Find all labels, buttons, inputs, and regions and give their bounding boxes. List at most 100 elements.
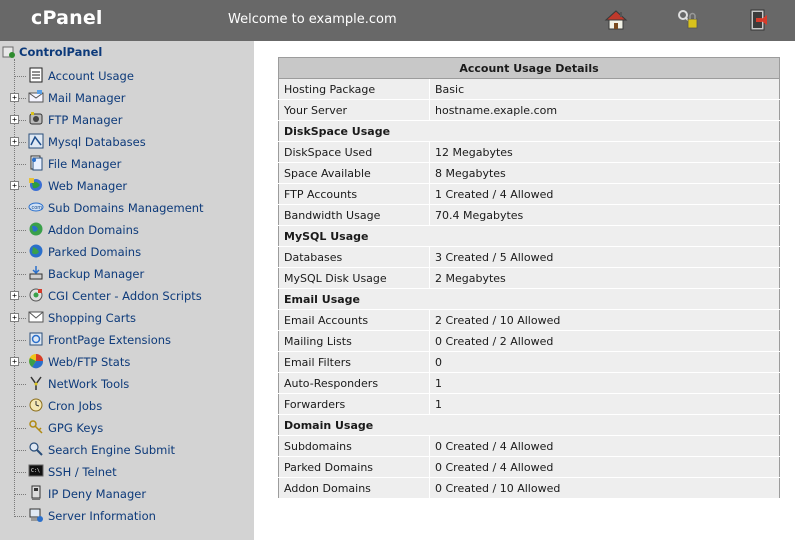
table-row: Your Server hostname.exaple.com <box>278 99 780 121</box>
row-key: Bandwidth Usage <box>278 204 430 226</box>
table-row: Mailing Lists 0 Created / 2 Allowed <box>278 330 780 352</box>
sidebar-item-label: Account Usage <box>48 69 134 83</box>
row-value: 0 Created / 2 Allowed <box>429 330 780 352</box>
row-value: 8 Megabytes <box>429 162 780 184</box>
tree-connector <box>14 164 26 165</box>
sidebar-item-gpg-keys[interactable]: GPG Keys <box>10 419 250 437</box>
row-key: Auto-Responders <box>278 372 430 394</box>
sidebar-item-web-manager[interactable]: + Web Manager <box>10 177 250 195</box>
sidebar-item-network-tools[interactable]: NetWork Tools <box>10 375 250 393</box>
expand-plus-icon[interactable]: + <box>10 137 19 146</box>
table-row: Space Available 8 Megabytes <box>278 162 780 184</box>
sidebar-item-server-information[interactable]: Server Information <box>10 507 250 525</box>
subdomain-icon: .com <box>28 199 44 215</box>
home-icon[interactable] <box>604 8 628 32</box>
tree-root[interactable]: ControlPanel <box>2 44 102 60</box>
sidebar-item-addon-domains[interactable]: Addon Domains <box>10 221 250 239</box>
tree-connector <box>14 406 26 407</box>
sidebar-item-shopping-carts[interactable]: + Shopping Carts <box>10 309 250 327</box>
section-header-row: Domain Usage <box>278 414 780 436</box>
sidebar-item-label: Mail Manager <box>48 91 126 105</box>
row-key: Email Filters <box>278 351 430 373</box>
row-value: 1 <box>429 393 780 415</box>
row-key: Space Available <box>278 162 430 184</box>
account-usage-table: Account Usage Details Hosting Package Bas… <box>278 57 780 499</box>
row-key: Hosting Package <box>278 78 430 100</box>
stats-icon <box>28 353 44 369</box>
sidebar-item-mail-manager[interactable]: + Mail Manager <box>10 89 250 107</box>
addon-domains-icon <box>28 221 44 237</box>
sidebar-item-account-usage[interactable]: Account Usage <box>10 67 250 85</box>
row-key: FTP Accounts <box>278 183 430 205</box>
tree-connector <box>14 230 26 231</box>
tree-connector <box>14 472 26 473</box>
table-row: Databases 3 Created / 5 Allowed <box>278 246 780 268</box>
tree-connector <box>14 76 26 77</box>
sidebar-item-label: NetWork Tools <box>48 377 130 391</box>
section-header: MySQL Usage <box>278 225 780 247</box>
tree-connector <box>14 252 26 253</box>
sidebar-item-ip-deny-manager[interactable]: IP Deny Manager <box>10 485 250 503</box>
sidebar-item-label: Web/FTP Stats <box>48 355 131 369</box>
sidebar-item-parked-domains[interactable]: Parked Domains <box>10 243 250 261</box>
password-keys-icon[interactable] <box>676 8 700 32</box>
svg-text:.com: .com <box>30 205 42 211</box>
sidebar-item-mysql-databases[interactable]: + Mysql Databases <box>10 133 250 151</box>
expand-plus-icon[interactable]: + <box>10 93 19 102</box>
ftp-icon <box>28 111 44 127</box>
sidebar-item-label: Cron Jobs <box>48 399 103 413</box>
tree-connector <box>14 208 26 209</box>
row-value: 3 Created / 5 Allowed <box>429 246 780 268</box>
table-row: Subdomains 0 Created / 4 Allowed <box>278 435 780 457</box>
row-value: 0 <box>429 351 780 373</box>
sidebar-item-label: Shopping Carts <box>48 311 136 325</box>
tree-connector <box>14 274 26 275</box>
table-row: MySQL Disk Usage 2 Megabytes <box>278 267 780 289</box>
sidebar-item-search-engine-submit[interactable]: Search Engine Submit <box>10 441 250 459</box>
table-row: Auto-Responders 1 <box>278 372 780 394</box>
frontpage-icon <box>28 331 44 347</box>
logout-icon[interactable] <box>746 8 770 32</box>
expand-plus-icon[interactable]: + <box>10 313 19 322</box>
row-value: 1 Created / 4 Allowed <box>429 183 780 205</box>
section-header-row: DiskSpace Usage <box>278 120 780 142</box>
cron-icon <box>28 397 44 413</box>
sidebar-item-label: CGI Center - Addon Scripts <box>48 289 202 303</box>
sidebar-item-label: GPG Keys <box>48 421 104 435</box>
expand-plus-icon[interactable]: + <box>10 115 19 124</box>
sidebar-item-label: Backup Manager <box>48 267 145 281</box>
sidebar-item-frontpage-extensions[interactable]: FrontPage Extensions <box>10 331 250 349</box>
parked-domains-icon <box>28 243 44 259</box>
expand-plus-icon[interactable]: + <box>10 357 19 366</box>
sidebar-item-label: Parked Domains <box>48 245 142 259</box>
account-usage-icon <box>28 67 44 83</box>
row-value: hostname.exaple.com <box>429 99 780 121</box>
sidebar-item-label: File Manager <box>48 157 122 171</box>
server-info-icon <box>28 507 44 523</box>
web-manager-icon <box>28 177 44 193</box>
sidebar-item-ssh-telnet[interactable]: C:\ SSH / Telnet <box>10 463 250 481</box>
sidebar-item-label: SSH / Telnet <box>48 465 117 479</box>
row-value: 70.4 Megabytes <box>429 204 780 226</box>
tree-connector <box>14 516 26 517</box>
sidebar-item-web-ftp-stats[interactable]: + Web/FTP Stats <box>10 353 250 371</box>
sidebar-item-backup-manager[interactable]: Backup Manager <box>10 265 250 283</box>
expand-plus-icon[interactable]: + <box>10 291 19 300</box>
row-value: Basic <box>429 78 780 100</box>
sidebar-item-file-manager[interactable]: File Manager <box>10 155 250 173</box>
sidebar-item-ftp-manager[interactable]: + FTP Manager <box>10 111 250 129</box>
sidebar-item-label: Mysql Databases <box>48 135 146 149</box>
table-row: Parked Domains 0 Created / 4 Allowed <box>278 456 780 478</box>
sidebar-item-cron-jobs[interactable]: Cron Jobs <box>10 397 250 415</box>
sidebar-item-cgi-center-addon-scripts[interactable]: + CGI Center - Addon Scripts <box>10 287 250 305</box>
tree-root-label: ControlPanel <box>19 45 103 59</box>
tree-connector <box>14 494 26 495</box>
row-value: 1 <box>429 372 780 394</box>
expand-plus-icon[interactable]: + <box>10 181 19 190</box>
sidebar-item-label: Addon Domains <box>48 223 139 237</box>
table-row: Hosting Package Basic <box>278 78 780 100</box>
row-key: Subdomains <box>278 435 430 457</box>
sidebar-item-sub-domains-management[interactable]: .com Sub Domains Management <box>10 199 250 217</box>
top-bar: cPanel Welcome to example.com <box>0 0 795 41</box>
brand-logo: cPanel <box>31 7 103 29</box>
